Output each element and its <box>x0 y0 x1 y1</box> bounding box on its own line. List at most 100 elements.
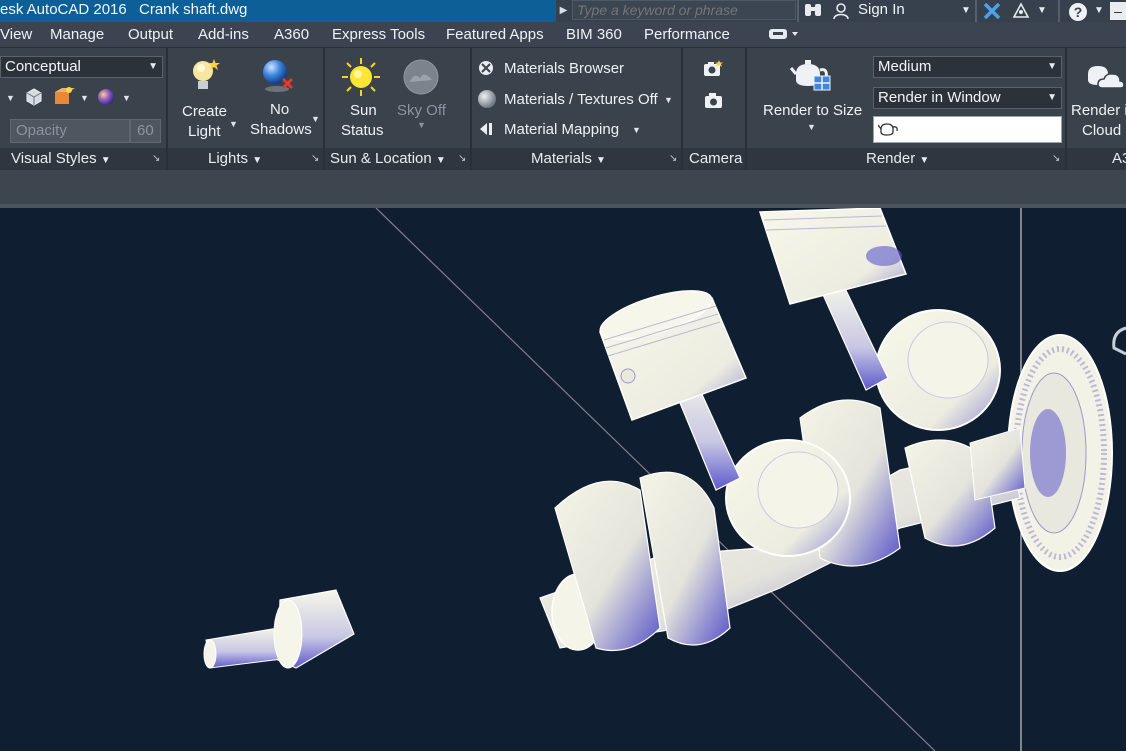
minimize-icon[interactable]: – <box>1110 2 1126 20</box>
render-teapot-icon <box>877 120 900 142</box>
flywheel[interactable] <box>1007 334 1113 572</box>
light-bulb-icon[interactable] <box>188 57 222 97</box>
divider <box>975 0 977 22</box>
render-target-value: Render in Window <box>878 89 1001 106</box>
render-quality-value: Medium <box>878 58 932 75</box>
panel-label-render[interactable]: Render ▼ <box>866 150 929 167</box>
sun-status-line1[interactable]: Sun <box>350 102 377 119</box>
panel-label-sun-location[interactable]: Sun & Location ▼ <box>330 150 446 167</box>
create-light-line2[interactable]: Light <box>188 123 221 140</box>
panel-label-lights[interactable]: Lights ▼ <box>208 150 262 167</box>
tab-output[interactable]: Output <box>128 26 173 43</box>
help-icon[interactable]: ? <box>1066 2 1090 21</box>
panel-divider <box>323 48 325 170</box>
panel-label-visual-styles[interactable]: Visual Styles ▼ <box>11 150 111 167</box>
file-tabs-strip <box>0 170 1126 204</box>
no-shadows-icon[interactable] <box>259 57 295 99</box>
panel-label-camera[interactable]: Camera <box>689 150 742 167</box>
ribbon-tabs: View Manage Output Add-ins A360 Express … <box>0 22 1126 48</box>
render-in-cloud-line1[interactable]: Render i <box>1071 102 1126 119</box>
sun-icon[interactable] <box>341 57 381 101</box>
sign-in-link[interactable]: Sign In <box>858 1 905 18</box>
panel-divider <box>470 48 472 170</box>
render-environment-field[interactable] <box>873 116 1062 143</box>
panel-divider <box>166 48 168 170</box>
xray-box-icon[interactable] <box>24 86 44 110</box>
model-view[interactable] <box>0 208 1126 751</box>
chevron-down-icon[interactable]: ▼ <box>122 93 131 103</box>
material-sphere-icon[interactable] <box>477 89 497 113</box>
render-teapot-icon[interactable] <box>789 56 834 98</box>
tab-bim-360[interactable]: BIM 360 <box>566 26 622 43</box>
material-mapping-button[interactable]: Material Mapping <box>504 121 619 138</box>
user-icon[interactable] <box>830 2 852 20</box>
opacity-value: 60 <box>137 122 154 139</box>
material-mapping-icon[interactable] <box>478 121 496 141</box>
ribbon-toggle-icon[interactable] <box>768 27 802 45</box>
shaft-part[interactable] <box>203 589 355 669</box>
chevron-down-icon[interactable]: ▼ <box>229 119 238 129</box>
dialog-launcher-icon[interactable]: ↘ <box>458 153 466 164</box>
chevron-down-icon[interactable]: ▼ <box>632 125 641 135</box>
materials-textures-toggle[interactable]: Materials / Textures Off <box>504 91 658 108</box>
tab-add-ins[interactable]: Add-ins <box>198 26 249 43</box>
render-quality-dropdown[interactable]: Medium ▼ <box>873 56 1062 78</box>
chevron-down-icon[interactable]: ▼ <box>1093 2 1105 20</box>
dialog-launcher-icon[interactable]: ↘ <box>152 153 160 164</box>
render-cloud-icon[interactable] <box>1084 58 1126 98</box>
panel-divider <box>1065 48 1067 170</box>
chevron-down-icon[interactable]: ▼ <box>417 120 426 130</box>
svg-text:?: ? <box>1074 4 1083 20</box>
chevron-down-icon[interactable]: ▼ <box>311 114 320 124</box>
sky-off-label[interactable]: Sky Off <box>397 102 446 119</box>
chevron-down-icon[interactable]: ▼ <box>807 122 816 132</box>
create-camera-icon[interactable] <box>703 59 725 81</box>
tab-featured-apps[interactable]: Featured Apps <box>446 26 544 43</box>
drawing-viewport[interactable] <box>0 208 1126 751</box>
panel-label-a360[interactable]: A3 <box>1112 150 1126 167</box>
piston-left[interactable] <box>595 281 747 421</box>
create-light-line1[interactable]: Create <box>182 103 227 120</box>
dialog-launcher-icon[interactable]: ↘ <box>311 153 319 164</box>
material-sphere-icon[interactable] <box>96 87 116 111</box>
chevron-down-icon[interactable]: ▼ <box>80 93 89 103</box>
chevron-down-icon[interactable]: ▼ <box>960 2 972 20</box>
tab-view[interactable]: View <box>0 26 32 43</box>
materials-browser-button[interactable]: Materials Browser <box>504 60 624 77</box>
render-to-size-button[interactable]: Render to Size <box>763 102 862 119</box>
document-title: Crank shaft.dwg <box>139 1 248 18</box>
chevron-down-icon[interactable]: ▼ <box>664 95 673 105</box>
chevron-down-icon: ▼ <box>148 61 158 72</box>
panel-label-materials[interactable]: Materials ▼ <box>531 150 606 167</box>
opacity-value-field[interactable]: 60 <box>130 119 161 143</box>
camera-icon[interactable] <box>704 91 724 113</box>
opacity-field[interactable]: Opacity <box>10 119 130 143</box>
panel-divider <box>745 48 747 170</box>
tab-performance[interactable]: Performance <box>644 26 730 43</box>
autodesk-app-icon[interactable] <box>1010 2 1032 20</box>
render-in-cloud-line2[interactable]: Cloud <box>1082 122 1121 139</box>
dialog-launcher-icon[interactable]: ↘ <box>1052 153 1060 164</box>
tab-a360[interactable]: A360 <box>274 26 309 43</box>
expand-arrow-icon[interactable]: ▶ <box>556 0 571 22</box>
no-shadows-line1[interactable]: No <box>270 101 289 118</box>
binoculars-icon[interactable] <box>802 2 824 20</box>
no-shadows-line2[interactable]: Shadows <box>250 121 312 138</box>
panel-divider <box>681 48 683 170</box>
materials-browser-icon[interactable] <box>478 60 494 80</box>
tab-manage[interactable]: Manage <box>50 26 104 43</box>
piston-right[interactable] <box>758 208 908 305</box>
chevron-down-icon[interactable]: ▼ <box>6 93 15 103</box>
render-target-dropdown[interactable]: Render in Window ▼ <box>873 87 1062 109</box>
chevron-down-icon[interactable]: ▼ <box>1036 2 1048 20</box>
shaded-edges-icon[interactable] <box>53 86 75 110</box>
sky-off-icon[interactable] <box>402 58 440 100</box>
search-input[interactable] <box>572 0 796 20</box>
orbit-handle-icon[interactable] <box>1112 326 1126 356</box>
visual-style-dropdown[interactable]: Conceptual ▼ <box>0 56 163 78</box>
dialog-launcher-icon[interactable]: ↘ <box>669 153 677 164</box>
exchange-x-icon[interactable] <box>981 2 1003 20</box>
divider <box>1058 0 1060 22</box>
sun-status-line2[interactable]: Status <box>341 122 384 139</box>
tab-express-tools[interactable]: Express Tools <box>332 26 425 43</box>
